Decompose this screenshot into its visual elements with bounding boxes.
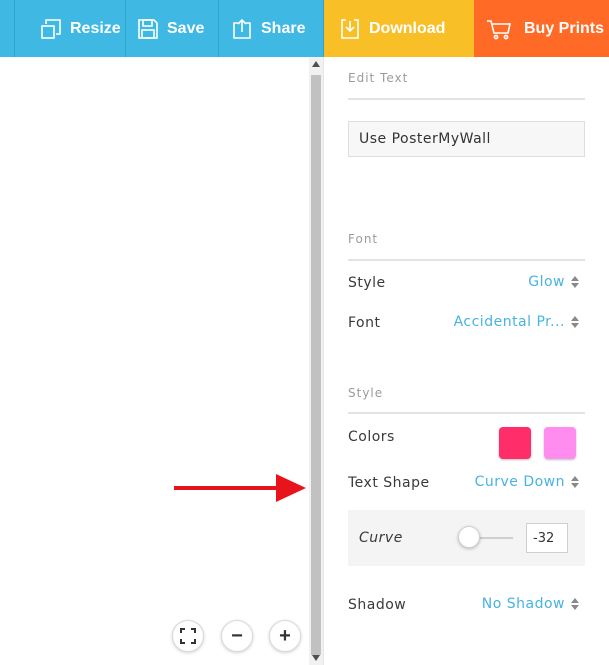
download-icon [339, 18, 361, 40]
color-swatch-2[interactable] [544, 427, 576, 459]
section-divider [348, 259, 585, 261]
scroll-down-arrow-icon[interactable] [309, 655, 323, 665]
resize-button[interactable]: Resize [0, 0, 126, 57]
zoom-out-button[interactable]: − [221, 620, 253, 652]
fullscreen-icon [180, 628, 196, 644]
share-button[interactable]: Share [219, 0, 324, 57]
style-label: Style [348, 275, 386, 291]
font-section-title: Font [348, 232, 379, 246]
text-shape-value: Curve Down [474, 474, 565, 490]
resize-label: Resize [70, 19, 121, 37]
scroll-thumb[interactable] [311, 75, 321, 655]
shadow-value: No Shadow [481, 596, 565, 612]
curve-label: Curve [359, 530, 403, 546]
share-icon [231, 18, 253, 40]
download-label: Download [369, 19, 446, 37]
font-dropdown[interactable]: Accidental Pr... [454, 314, 579, 330]
minus-icon: − [231, 624, 243, 647]
style-value: Glow [528, 274, 565, 290]
resize-icon [40, 18, 62, 40]
design-canvas[interactable] [0, 57, 309, 665]
text-shape-dropdown[interactable]: Curve Down [475, 474, 579, 490]
plus-icon: + [279, 624, 291, 647]
up-down-arrows-icon [571, 276, 579, 288]
red-arrow-annotation [174, 474, 306, 502]
cart-icon [486, 18, 512, 40]
edit-panel: Edit Text Font Style Glow Font Accidenta… [323, 57, 609, 665]
download-button[interactable]: Download [324, 0, 474, 57]
section-divider [348, 412, 585, 414]
curve-slider-handle[interactable] [458, 526, 480, 548]
save-label: Save [167, 19, 205, 37]
color-swatch-1[interactable] [499, 427, 531, 459]
scroll-up-arrow-icon[interactable] [309, 61, 323, 71]
section-divider [348, 98, 585, 100]
up-down-arrows-icon [571, 598, 579, 610]
buy-prints-button[interactable]: Buy Prints [474, 0, 609, 57]
fit-to-screen-button[interactable] [172, 620, 204, 652]
save-icon [137, 18, 159, 40]
canvas-scrollbar[interactable] [309, 57, 323, 665]
font-value: Accidental Pr... [453, 314, 565, 330]
curve-control: Curve [348, 510, 585, 566]
shadow-label: Shadow [348, 597, 407, 613]
font-label: Font [348, 315, 381, 331]
up-down-arrows-icon [571, 316, 579, 328]
colors-label: Colors [348, 429, 395, 445]
style-dropdown[interactable]: Glow [528, 274, 579, 290]
curve-value-input[interactable] [526, 523, 568, 553]
top-toolbar: Resize Save Share Download Buy Prints [0, 0, 609, 57]
zoom-in-button[interactable]: + [269, 620, 301, 652]
text-shape-label: Text Shape [348, 475, 430, 491]
share-label: Share [261, 19, 306, 37]
style-section-title: Style [348, 386, 384, 400]
save-button[interactable]: Save [126, 0, 219, 57]
edit-text-input[interactable] [348, 121, 585, 157]
buy-prints-label: Buy Prints [524, 19, 605, 37]
edit-text-section-title: Edit Text [348, 71, 409, 85]
shadow-dropdown[interactable]: No Shadow [482, 596, 579, 612]
up-down-arrows-icon [571, 476, 579, 488]
